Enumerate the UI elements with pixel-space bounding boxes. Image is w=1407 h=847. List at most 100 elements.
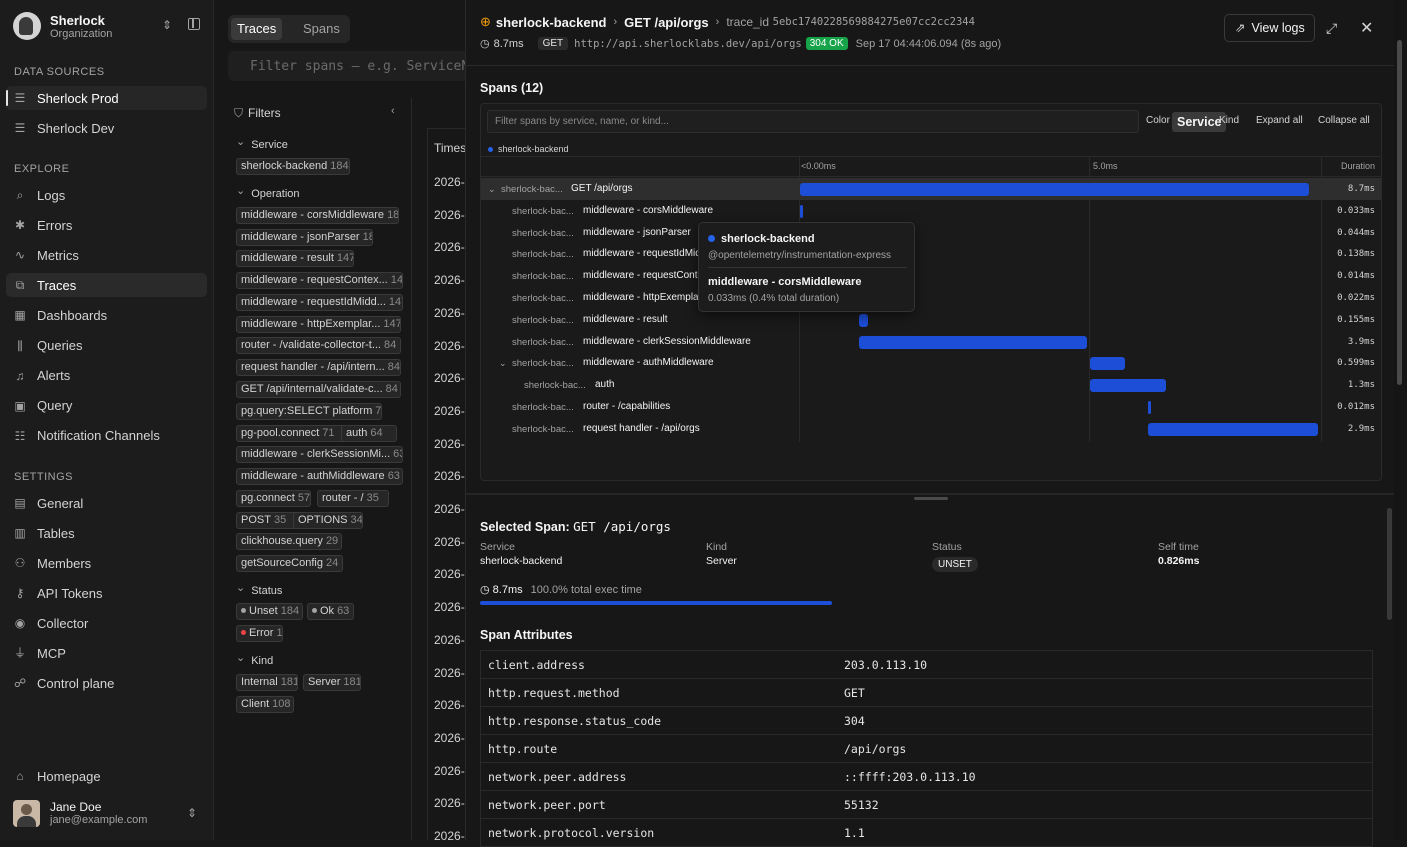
filter-group-kind[interactable]: Kind [236,654,273,667]
expand-all-button[interactable]: Expand all [1256,115,1303,126]
attribute-row[interactable]: network.peer.address::ffff:203.0.113.10 [481,763,1372,791]
chevron-down-icon[interactable]: ⌄ [488,184,496,195]
filter-chip[interactable]: router - /validate-collector-t... 84 [236,337,401,354]
sidebar-item-control-plane[interactable]: ☍ Control plane [6,671,207,695]
attribute-row[interactable]: http.response.status_code 304 [481,707,1372,735]
span-search-input[interactable]: Filter spans — e.g. ServiceName [228,51,468,81]
table-row[interactable]: 2026-0 [434,469,466,483]
span-row[interactable]: sherlock-bac... middleware - result 0.155m… [481,309,1381,331]
color-by-kind-button[interactable]: Kind [1219,115,1239,126]
table-row[interactable]: 2026-0 [434,240,466,254]
span-bar[interactable] [1148,401,1152,414]
sidebar-item-homepage[interactable]: ⌂ Homepage [6,764,207,788]
sidebar-item-members[interactable]: ⚇ Members [6,551,207,575]
resize-handle[interactable] [914,497,948,500]
filter-group-status[interactable]: Status [236,584,282,597]
user-menu[interactable]: Jane Doe jane@example.com ⇕ [13,800,203,828]
breadcrumb-route[interactable]: GET /api/orgs [624,15,709,30]
sidebar-item-queries[interactable]: ⫼ Queries [6,334,207,358]
filter-chip[interactable]: pg.query:SELECT platform71 [236,403,382,420]
table-row[interactable]: 2026-0 [434,208,466,222]
span-row[interactable]: sherlock-bac... router - /capabilities 0.0… [481,396,1381,418]
table-row[interactable]: 2026-0 [434,698,466,712]
org-switcher[interactable]: Sherlock Organization ⇕ [13,12,203,42]
details-scrollbar-thumb[interactable] [1387,508,1392,620]
tab-spans[interactable]: Spans [297,18,346,40]
sidebar-item-traces[interactable]: ⧉ Traces [6,273,207,298]
attribute-row[interactable]: client.address 203.0.113.10 [481,651,1372,679]
table-row[interactable]: 2026-0 [434,502,466,516]
filter-chip[interactable]: Internal 181 [236,674,298,691]
sidebar-item-sherlock-prod[interactable]: ☰ Sherlock Prod [6,86,207,110]
filter-chip[interactable]: auth 64 [341,425,397,442]
span-row[interactable]: sherlock-bac... middleware - requestIdMid… [481,243,1381,265]
span-bar[interactable] [1089,357,1125,371]
table-row[interactable]: 2026-0 [434,633,466,647]
attribute-row[interactable]: network.protocol.version 1.1 [481,819,1372,847]
filter-chip[interactable]: middleware - clerkSessionMi...63 [236,446,403,463]
sidebar-item-general[interactable]: ▤ General [6,491,207,515]
filter-chip[interactable]: Error 1 [236,625,283,642]
breadcrumb-service[interactable]: sherlock-backend [496,15,607,30]
filter-chip[interactable]: clickhouse.query 29 [236,533,342,550]
filter-chip[interactable]: middleware - httpExemplar... 147 [236,316,401,333]
sidebar-collapse-icon[interactable] [188,18,200,30]
filter-chip[interactable]: pg-pool.connect 71 [236,425,356,442]
sidebar-item-metrics[interactable]: ∿ Metrics [6,243,207,267]
sidebar-item-collector[interactable]: ◉ Collector [6,611,207,635]
sidebar-item-errors[interactable]: ✱ Errors [6,213,207,237]
span-bar[interactable] [1089,379,1166,393]
table-row[interactable]: 2026-0 [434,764,466,778]
attribute-row[interactable]: http.route/api/orgs [481,735,1372,763]
filter-group-operation[interactable]: Operation [236,187,299,200]
table-row[interactable]: 2026-0 [434,306,466,320]
filter-chip[interactable]: middleware - corsMiddleware181 [236,207,399,224]
span-row[interactable]: sherlock-bac... auth 1.3ms [481,374,1381,396]
filter-chip[interactable]: Server 181 [303,674,361,691]
table-row[interactable]: 2026-0 [434,567,466,581]
span-bar[interactable] [800,183,1309,196]
table-row[interactable]: 2026-0 [434,666,466,680]
span-row[interactable]: sherlock-bac... request handler - /api/or… [481,418,1381,440]
filter-chip[interactable]: GET /api/internal/validate-c... 84 [236,381,401,398]
scrollbar[interactable] [1394,0,1407,840]
sidebar-item-mcp[interactable]: ⏚ MCP [6,641,207,665]
filter-chip[interactable]: pg.connect 57 [236,490,311,507]
filter-chip[interactable]: router - /35 [317,490,389,507]
sidebar-item-alerts[interactable]: ♫ Alerts [6,364,207,388]
table-row[interactable]: 2026-0 [434,371,466,385]
sidebar-item-dashboards[interactable]: ▦ Dashboards [6,303,207,327]
filter-chip[interactable]: middleware - requestIdMidd...147 [236,294,403,311]
chevron-updown-icon[interactable]: ⇕ [187,806,197,820]
filter-chip[interactable]: request handler - /api/intern... 84 [236,359,401,376]
scrollbar-thumb[interactable] [1397,40,1402,385]
span-row[interactable]: sherlock-bac... middleware - requestConte… [481,265,1381,287]
filter-group-service[interactable]: Service [236,138,288,151]
filter-chip[interactable]: Unset 184 [236,603,303,620]
sidebar-item-logs[interactable]: ⌕ Logs [6,183,207,207]
sidebar-item-notification-channels[interactable]: ☷ Notification Channels [6,424,207,448]
filter-chip[interactable]: middleware - result 147 [236,250,354,267]
span-bar[interactable] [800,204,803,218]
table-row[interactable]: 2026-0 [434,829,466,843]
sidebar-item-tables[interactable]: ▥ Tables [6,521,207,545]
sidebar-item-query[interactable]: ▣ Query [6,394,207,418]
filter-chip[interactable]: sherlock-backend 184 [236,158,350,175]
table-row[interactable]: 2026-0 [434,535,466,549]
filter-chip[interactable]: Client 108 [236,696,294,713]
table-row[interactable]: 2026-0 [434,175,466,189]
sidebar-item-sherlock-dev[interactable]: ☰ Sherlock Dev [6,116,207,140]
filter-chip[interactable]: getSourceConfig 24 [236,555,343,572]
table-row[interactable]: 2026-0 [434,339,466,353]
span-row[interactable]: sherlock-bac... middleware - corsMiddlewa… [481,200,1381,222]
table-row[interactable]: 2026-0 [434,600,466,614]
span-row[interactable]: ⌄ sherlock-bac... GET /api/orgs 8.7ms [481,178,1381,200]
close-icon[interactable]: ✕ [1360,18,1373,38]
chevron-down-icon[interactable]: ⌄ [499,358,507,369]
table-row[interactable]: 2026-0 [434,404,466,418]
span-row[interactable]: sherlock-bac... middleware - jsonParser 0.… [481,222,1381,244]
collapse-all-button[interactable]: Collapse all [1318,115,1370,126]
table-row[interactable]: 2026-0 [434,796,466,810]
expand-icon[interactable]: ⤢ [1326,20,1337,37]
view-logs-button[interactable]: ⇗ View logs [1224,14,1315,42]
